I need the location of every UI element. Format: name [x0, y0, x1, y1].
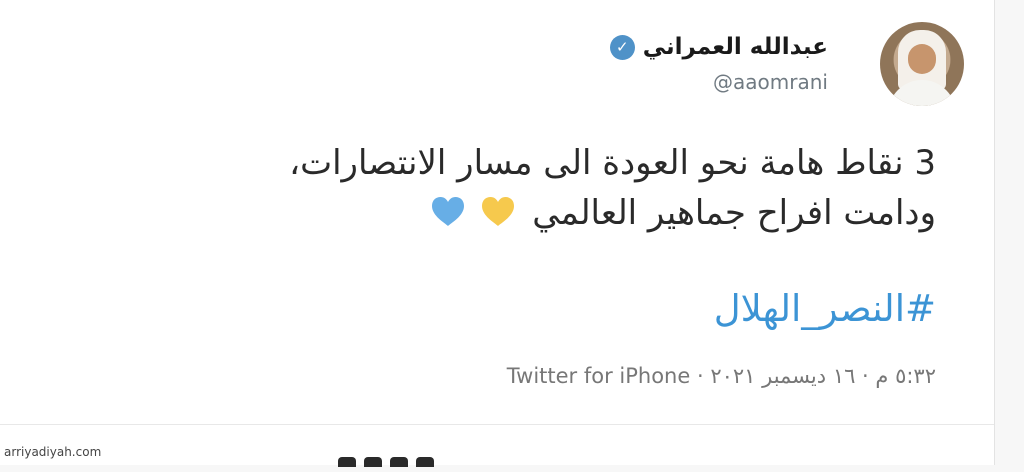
- tweet-text-line-2-container: ودامت افراح جماهير العالمي: [156, 188, 936, 238]
- hashtag-link[interactable]: #النصر_الهلال: [714, 287, 936, 331]
- tweet-text-line-1: 3 نقاط هامة نحو العودة الى مسار الانتصار…: [289, 143, 936, 183]
- blue-heart-icon: [431, 196, 465, 227]
- tweet-timestamp-source[interactable]: ٥:٣٢ م · ١٦ ديسمبر ٢٠٢١ · Twitter for iP…: [507, 364, 936, 388]
- avatar-face-shape: [908, 44, 936, 74]
- tweet-card: عبدالله العمراني ✓ @aaomrani 3 نقاط هامة…: [0, 0, 994, 465]
- tweet-text-line-2: ودامت افراح جماهير العالمي: [532, 193, 936, 233]
- author-handle[interactable]: @aaomrani: [713, 70, 828, 94]
- right-border: [994, 0, 995, 465]
- author-avatar[interactable]: [880, 22, 964, 106]
- tweet-body: 3 نقاط هامة نحو العودة الى مسار الانتصار…: [156, 138, 936, 238]
- source-watermark: arriyadiyah.com: [4, 445, 102, 459]
- tweet-divider: [0, 424, 994, 425]
- clipped-next-tweet-text: [338, 452, 468, 472]
- author-name[interactable]: عبدالله العمراني: [643, 34, 828, 60]
- verified-badge-icon: ✓: [609, 34, 635, 60]
- author-name-row[interactable]: عبدالله العمراني ✓: [609, 32, 828, 62]
- yellow-heart-icon: [481, 196, 515, 227]
